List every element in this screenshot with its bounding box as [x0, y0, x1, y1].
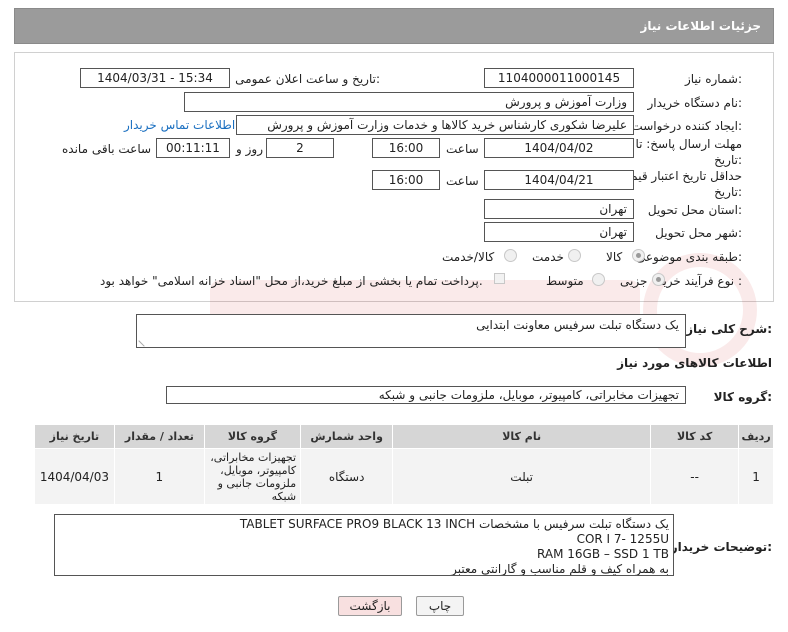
- category-label: طبقه بندی موضوعی:: [635, 250, 742, 264]
- min-price-date-field: 1404/04/21: [484, 170, 634, 190]
- process-option-medium: متوسط: [546, 274, 584, 288]
- col-quantity: تعداد / مقدار: [113, 424, 205, 449]
- cell-row-number: 1: [738, 448, 774, 505]
- back-button[interactable]: بازگشت: [338, 596, 402, 616]
- treasury-payment-note: پرداخت تمام یا بخشی از مبلغ خرید،از محل …: [100, 274, 483, 288]
- province-field: تهران: [484, 199, 634, 219]
- category-radio-both[interactable]: [504, 249, 517, 262]
- category-option-goods: کالا: [606, 250, 623, 264]
- province-label: استان محل تحویل:: [647, 203, 742, 217]
- col-row-number: ردیف: [738, 424, 774, 449]
- page-header: جزئیات اطلاعات نیاز: [14, 8, 774, 44]
- deadline-date-field: 1404/04/02: [484, 138, 634, 158]
- page-title: جزئیات اطلاعات نیاز: [640, 19, 761, 33]
- table-header-row: تاریخ نیاز تعداد / مقدار گروه کالا واحد …: [34, 424, 774, 449]
- min-price-time-label: ساعت: [446, 174, 479, 188]
- process-radio-medium[interactable]: [592, 273, 605, 286]
- goods-group-field: تجهیزات مخابراتی، کامپیوتر، موبایل، ملزو…: [166, 386, 686, 404]
- requester-label: ایجاد کننده درخواست:: [631, 119, 742, 133]
- col-goods-code: کد کالا: [650, 424, 740, 449]
- goods-group-label: گروه کالا:: [713, 390, 772, 404]
- buyer-notes-line: COR I 7- 1255U: [576, 532, 669, 546]
- items-table: تاریخ نیاز تعداد / مقدار گروه کالا واحد …: [34, 424, 774, 505]
- requester-field: علیرضا شکوری کارشناس خرید کالاها و خدمات…: [236, 115, 634, 135]
- summary-field: یک دستگاه تبلت سرفیس معاونت ابتدایی: [136, 314, 686, 348]
- cell-unit: دستگاه: [300, 448, 394, 505]
- col-unit: واحد شمارش: [300, 424, 394, 449]
- process-radio-minor[interactable]: [652, 273, 665, 286]
- process-option-minor: جزیی: [620, 274, 648, 288]
- buyer-notes-label: توضیحات خریدار:: [670, 540, 772, 554]
- goods-info-title: اطلاعات کالاهای مورد نیاز: [617, 356, 772, 370]
- process-label: نوع فرآیند خرید :: [657, 274, 742, 288]
- remaining-label: ساعت باقی مانده: [62, 142, 152, 156]
- treasury-payment-checkbox[interactable]: [494, 273, 505, 284]
- cell-need-date: 1404/04/03: [34, 448, 115, 505]
- min-price-time-field: 16:00: [372, 170, 440, 190]
- cell-goods-group: تجهیزات مخابراتی، کامپیوتر، موبایل، ملزو…: [203, 448, 302, 505]
- city-label: شهر محل تحویل:: [655, 226, 742, 240]
- buyer-notes-line: یک دستگاه تبلت سرفیس با مشخصات TABLET SU…: [239, 517, 669, 531]
- col-need-date: تاریخ نیاز: [34, 424, 115, 449]
- col-goods-name: نام کالا: [392, 424, 652, 449]
- announce-label: تاریخ و ساعت اعلان عمومی:: [235, 72, 380, 86]
- deadline-time-label: ساعت: [446, 142, 479, 156]
- buyer-org-label: نام دستگاه خریدار:: [647, 96, 743, 110]
- col-goods-group: گروه کالا: [203, 424, 302, 449]
- remaining-time-field: 00:11:11: [156, 138, 230, 158]
- buyer-notes-line: به همراه کیف و قلم مناسب و گارانتی معتبر: [451, 562, 669, 576]
- category-radio-goods[interactable]: [632, 249, 645, 262]
- deadline-label: مهلت ارسال پاسخ: تا تاریخ:: [635, 137, 742, 167]
- buyer-notes-field: یک دستگاه تبلت سرفیس با مشخصات TABLET SU…: [54, 514, 674, 576]
- cell-quantity: 1: [113, 448, 205, 505]
- need-number-label: شماره نیاز:: [684, 72, 742, 86]
- buyer-org-field: وزارت آموزش و پرورش: [184, 92, 634, 112]
- category-option-both: کالا/خدمت: [442, 250, 495, 264]
- buyer-notes-line: RAM 16GB – SSD 1 TB: [537, 547, 669, 561]
- days-label: روز و: [236, 142, 263, 156]
- print-button[interactable]: چاپ: [416, 596, 464, 616]
- category-radio-service[interactable]: [568, 249, 581, 262]
- days-field: 2: [266, 138, 334, 158]
- cell-goods-name: تبلت: [392, 448, 652, 505]
- deadline-time-field: 16:00: [372, 138, 440, 158]
- need-number-field: 1104000011000145: [484, 68, 634, 88]
- city-field: تهران: [484, 222, 634, 242]
- summary-label: شرح کلی نیاز:: [686, 322, 772, 336]
- table-row: 1404/04/03 1 تجهیزات مخابراتی، کامپیوتر،…: [34, 448, 774, 505]
- buyer-contact-link[interactable]: اطلاعات تماس خریدار: [124, 118, 235, 132]
- announce-date-field: 1404/03/31 - 15:34: [80, 68, 230, 88]
- category-option-service: خدمت: [532, 250, 564, 264]
- cell-goods-code: --: [650, 448, 740, 505]
